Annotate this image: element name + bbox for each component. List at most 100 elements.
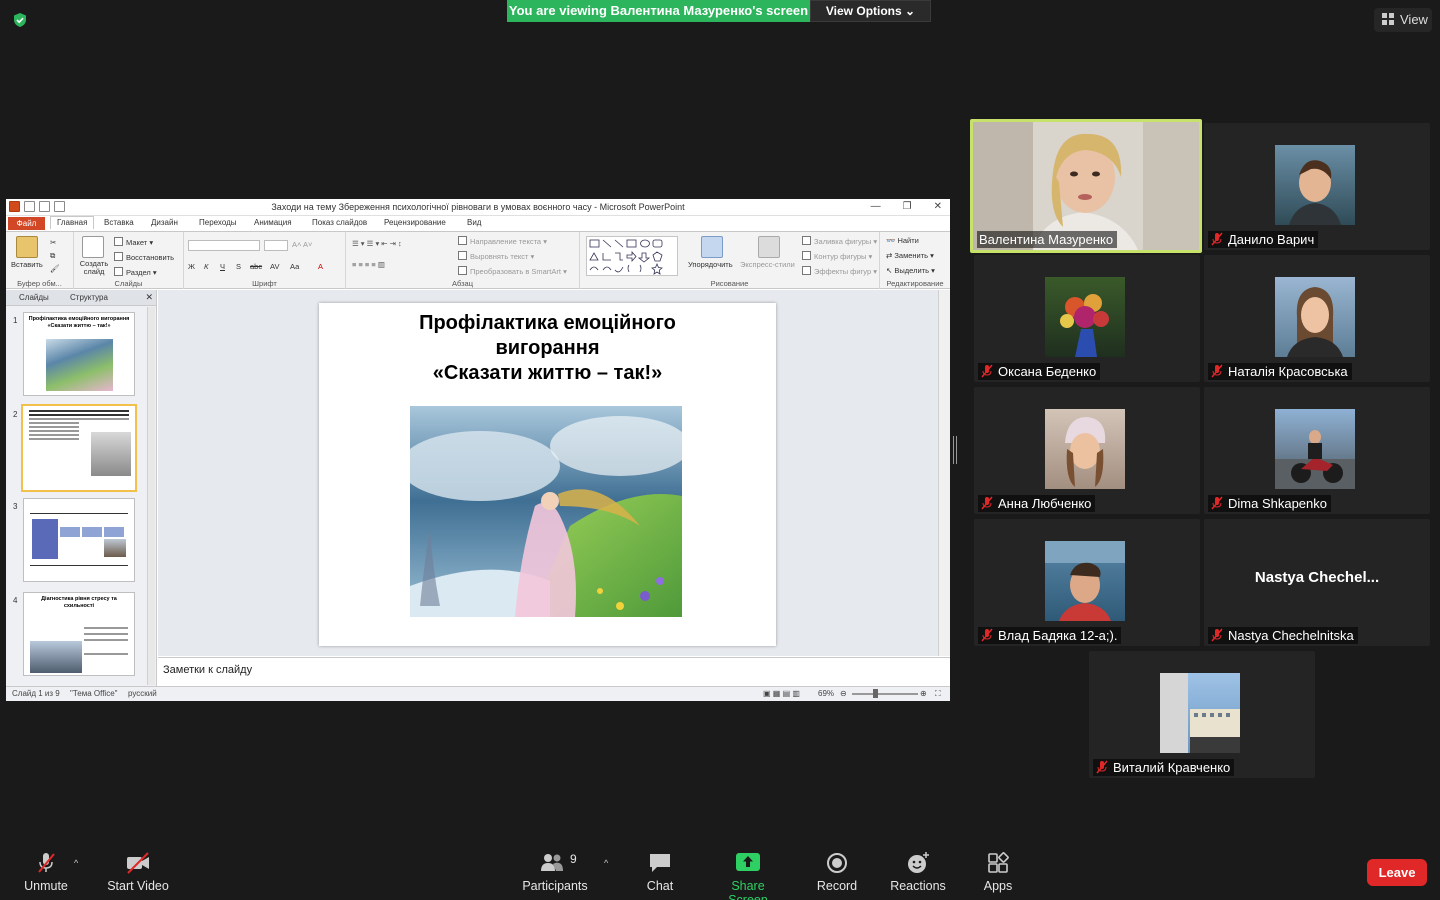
slide-thumbnail-2[interactable] bbox=[21, 404, 137, 492]
tab-home[interactable]: Главная bbox=[50, 216, 95, 229]
start-video-button[interactable]: Start Video bbox=[104, 852, 172, 893]
participant-motorcycle-image bbox=[1275, 430, 1355, 489]
shape-fill-button[interactable]: Заливка фигуры ▾ bbox=[802, 236, 877, 246]
tab-review[interactable]: Рецензирование bbox=[384, 218, 446, 227]
arrange-label[interactable]: Упорядочить bbox=[688, 260, 733, 269]
grow-font-icon[interactable]: A˄ A˅ bbox=[292, 240, 312, 249]
new-slide-label[interactable]: Создать слайд bbox=[78, 260, 110, 276]
paste-icon[interactable] bbox=[16, 236, 38, 258]
strikethrough-button[interactable]: abc bbox=[250, 262, 262, 271]
bullets-icon[interactable]: ☰ ▾ ☰ ▾ ⇤ ⇥ ↕ bbox=[352, 239, 402, 248]
current-slide[interactable]: Профілактика емоційного вигорання «Сказа… bbox=[319, 303, 776, 646]
format-painter-icon[interactable]: 🖌 bbox=[50, 264, 60, 273]
participant-tile[interactable]: Dima Shkapenko bbox=[1204, 387, 1430, 514]
view-mode-icons[interactable]: ▣ ▦ ▤ ▥ bbox=[763, 689, 800, 698]
align-icons[interactable]: ≡ ≡ ≡ ≡ ▥ bbox=[352, 260, 385, 269]
arrange-icon[interactable] bbox=[701, 236, 723, 258]
zoom-out-icon[interactable]: ⊖ bbox=[840, 689, 847, 698]
tab-slides[interactable]: Слайды bbox=[19, 293, 49, 302]
clipboard-group: Вставить ✂ ⧉ 🖌 Буфер обм... bbox=[6, 232, 74, 289]
section-button[interactable]: Раздел ▾ bbox=[114, 267, 157, 277]
apps-button[interactable]: Apps bbox=[978, 852, 1018, 893]
notes-pane[interactable]: Заметки к слайду bbox=[158, 657, 950, 686]
new-slide-icon[interactable] bbox=[82, 236, 104, 258]
participant-tile[interactable]: Виталий Кравченко bbox=[1089, 651, 1315, 778]
close-icon[interactable]: ✕ bbox=[934, 201, 942, 212]
zoom-slider[interactable] bbox=[852, 693, 918, 695]
shadow-button[interactable]: S bbox=[236, 262, 241, 271]
shape-effects-button[interactable]: Эффекты фигур ▾ bbox=[802, 266, 877, 276]
quick-styles-label[interactable]: Экспресс-стили bbox=[740, 260, 795, 269]
share-screen-arrow-icon bbox=[736, 853, 760, 871]
fit-to-window-icon[interactable]: ⛶ bbox=[935, 689, 941, 699]
view-button[interactable]: View bbox=[1374, 8, 1432, 32]
tab-animations[interactable]: Анимация bbox=[254, 218, 292, 227]
ribbon: Вставить ✂ ⧉ 🖌 Буфер обм... Создать слай… bbox=[6, 231, 950, 289]
audio-options-caret-icon[interactable]: ^ bbox=[74, 858, 78, 868]
select-button[interactable]: ↖ Выделить ▾ bbox=[886, 266, 935, 275]
reactions-button[interactable]: Reactions bbox=[888, 852, 948, 893]
tab-transitions[interactable]: Переходы bbox=[199, 218, 237, 227]
slide-vertical-scrollbar[interactable] bbox=[938, 290, 950, 656]
layout-button[interactable]: Макет ▾ bbox=[114, 237, 153, 247]
participant-tile[interactable]: Данило Варич bbox=[1204, 123, 1430, 250]
participant-tile[interactable]: Влад Бадяка 12-а;). bbox=[974, 519, 1200, 646]
close-pane-icon[interactable]: ✕ bbox=[145, 292, 153, 303]
view-options-button[interactable]: View Options ⌄ bbox=[810, 0, 931, 22]
participant-tile[interactable]: Наталія Красовська bbox=[1204, 255, 1430, 382]
shapes-gallery[interactable] bbox=[586, 236, 678, 276]
leave-button[interactable]: Leave bbox=[1367, 859, 1427, 886]
reset-button[interactable]: Восстановить bbox=[114, 252, 174, 262]
restore-icon[interactable]: ❐ bbox=[903, 201, 912, 212]
font-name-combo[interactable] bbox=[188, 240, 260, 251]
align-text-button[interactable]: Выровнять текст ▾ bbox=[458, 251, 534, 261]
copy-icon[interactable]: ⧉ bbox=[50, 251, 55, 261]
bold-button[interactable]: Ж bbox=[188, 262, 195, 271]
slides-pane-scrollbar[interactable] bbox=[147, 307, 155, 685]
tab-design[interactable]: Дизайн bbox=[151, 218, 178, 227]
shape-outline-button[interactable]: Контур фигуры ▾ bbox=[802, 251, 872, 261]
tab-file[interactable]: Файл bbox=[8, 217, 45, 230]
participants-button[interactable]: 9 Participants bbox=[520, 852, 590, 893]
underline-button[interactable]: Ч bbox=[220, 262, 225, 271]
share-screen-button[interactable]: Share Screen bbox=[710, 852, 786, 900]
participant-tile[interactable]: Анна Любченко bbox=[974, 387, 1200, 514]
italic-button[interactable]: К bbox=[204, 262, 208, 271]
slide-thumbnail-1[interactable]: Профілактика емоційного вигорання «Сказа… bbox=[23, 312, 135, 396]
find-button[interactable]: 👓 Найти bbox=[886, 236, 919, 245]
zoom-in-icon[interactable]: ⊕ bbox=[920, 689, 927, 698]
security-shield-icon[interactable] bbox=[12, 12, 28, 28]
video-camera-off-icon bbox=[127, 852, 149, 874]
replace-button[interactable]: ⇄ Заменить ▾ bbox=[886, 251, 934, 260]
slide-thumbnail-4[interactable]: Діагностика рівня стресу та схильності bbox=[23, 592, 135, 676]
shared-powerpoint-window: Заходи на тему Збереження психологічної … bbox=[6, 199, 950, 701]
char-spacing-button[interactable]: AV bbox=[270, 262, 279, 271]
zoom-level[interactable]: 69% bbox=[818, 689, 834, 698]
text-direction-button[interactable]: Направление текста ▾ bbox=[458, 236, 547, 246]
participant-tile[interactable]: Оксана Беденко bbox=[974, 255, 1200, 382]
change-case-button[interactable]: Аа bbox=[290, 262, 299, 271]
zoom-slider-thumb[interactable] bbox=[873, 689, 878, 698]
chat-button[interactable]: Chat bbox=[640, 852, 680, 893]
cut-icon[interactable]: ✂ bbox=[50, 238, 56, 247]
participant-video bbox=[1045, 409, 1125, 489]
tab-insert[interactable]: Вставка bbox=[104, 218, 134, 227]
smartart-button[interactable]: Преобразовать в SmartArt ▾ bbox=[458, 266, 567, 276]
thumb-text-line bbox=[84, 639, 128, 641]
thumb-text-line bbox=[29, 426, 79, 428]
slide-thumbnail-3[interactable] bbox=[23, 498, 135, 582]
font-color-button[interactable]: A bbox=[318, 262, 323, 271]
paste-label[interactable]: Вставить bbox=[11, 260, 43, 269]
unmute-button[interactable]: Unmute bbox=[18, 852, 74, 893]
participants-options-caret-icon[interactable]: ^ bbox=[604, 858, 608, 868]
minimize-icon[interactable]: — bbox=[871, 201, 881, 212]
tab-outline[interactable]: Структура bbox=[70, 293, 108, 302]
quick-styles-icon[interactable] bbox=[758, 236, 780, 258]
tab-slideshow[interactable]: Показ слайдов bbox=[312, 218, 367, 227]
font-size-combo[interactable] bbox=[264, 240, 288, 251]
record-button[interactable]: Record bbox=[814, 852, 860, 893]
tab-view[interactable]: Вид bbox=[467, 218, 481, 227]
participant-tile-active-speaker[interactable]: Валентина Мазуренко bbox=[970, 119, 1202, 253]
participant-tile-no-video[interactable]: Nastya Chechel... Nastya Chechelnitska bbox=[1204, 519, 1430, 646]
panel-resize-handle[interactable] bbox=[953, 436, 957, 464]
